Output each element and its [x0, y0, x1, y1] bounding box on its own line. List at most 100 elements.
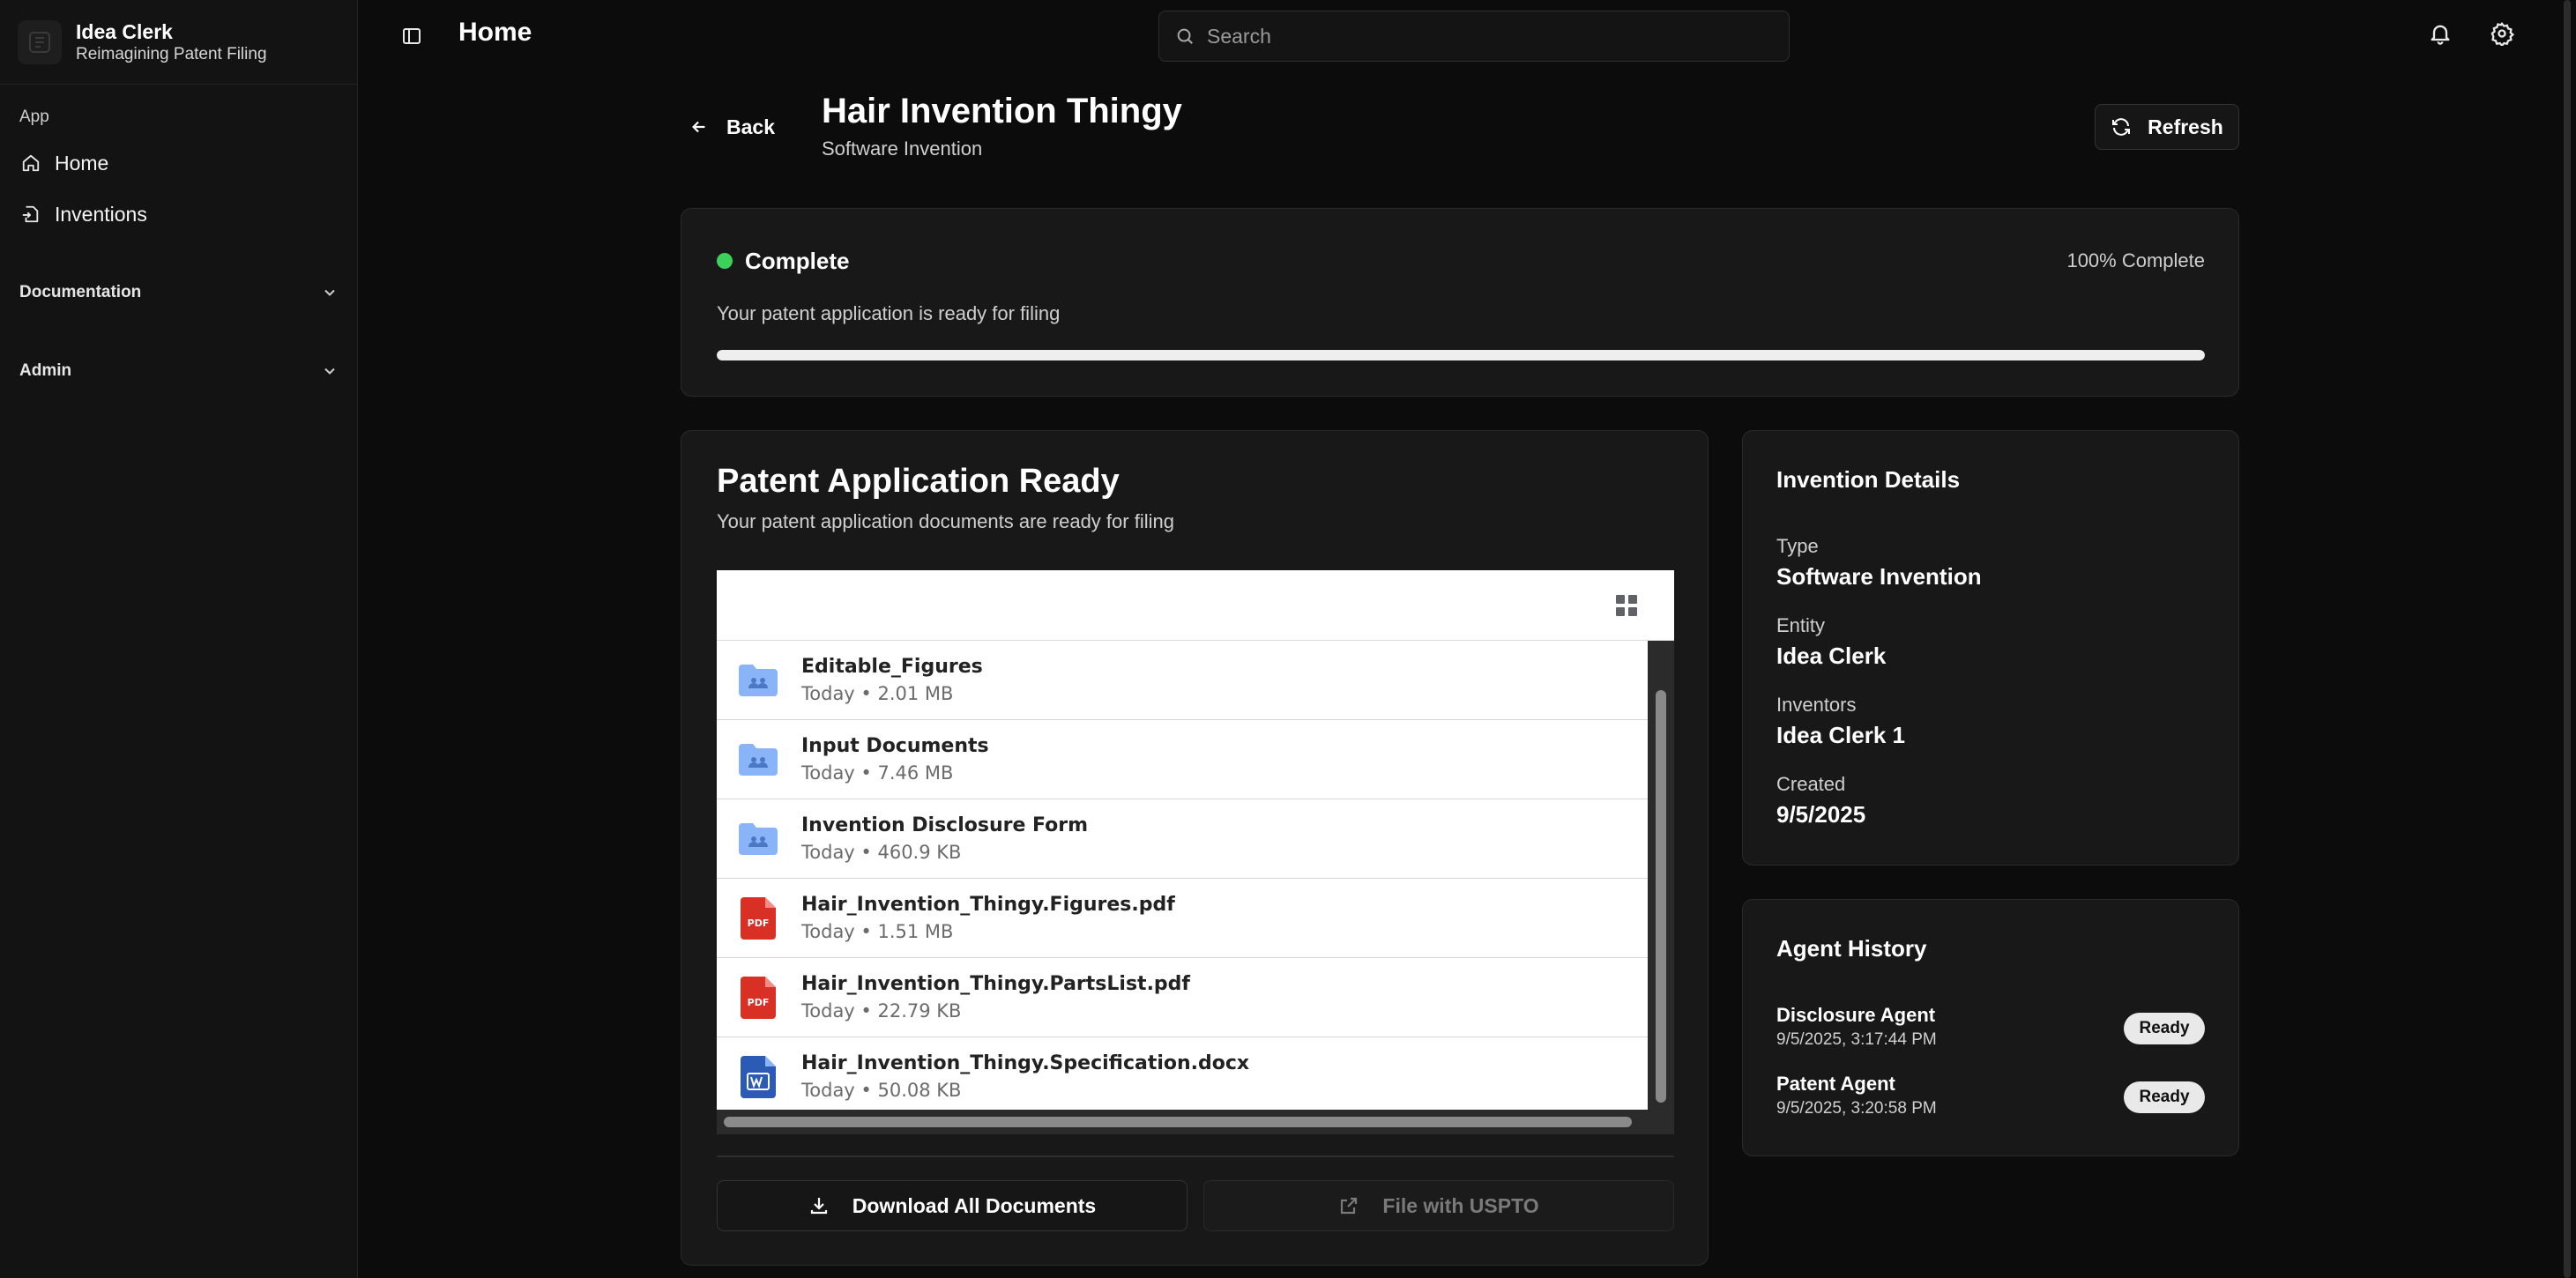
file-info: Today • 2.01 MB [801, 682, 954, 704]
file-browser: Editable_Figures Today • 2.01 MB Input D… [717, 570, 1674, 1134]
file-name: Hair_Invention_Thingy.PartsList.pdf [801, 972, 1190, 995]
status-message: Your patent application is ready for fil… [717, 302, 1061, 324]
horizontal-scroll-thumb[interactable] [724, 1117, 1632, 1127]
search-input[interactable] [1207, 24, 1753, 48]
file-name: Hair_Invention_Thingy.Specification.docx [801, 1051, 1250, 1074]
download-all-label: Download All Documents [852, 1193, 1097, 1217]
home-icon [22, 154, 40, 172]
file-name: Invention Disclosure Form [801, 814, 1089, 836]
sidebar-toggle-button[interactable] [397, 21, 427, 51]
svg-text:PDF: PDF [748, 997, 770, 1008]
file-info: Today • 50.08 KB [801, 1079, 962, 1101]
detail-value-entity: Idea Clerk [1776, 643, 1887, 669]
documents-card: Patent Application Ready Your patent app… [681, 430, 1709, 1266]
agent-timestamp: 9/5/2025, 3:20:58 PM [1776, 1099, 1937, 1118]
sidebar: Idea Clerk Reimagining Patent Filing App… [0, 0, 358, 1278]
chevron-down-icon [324, 289, 335, 296]
sidebar-section-admin[interactable]: Admin [11, 349, 347, 393]
detail-label-type: Type [1776, 535, 1819, 557]
shared-folder-icon [736, 658, 780, 702]
sidebar-item-label: Inventions [55, 202, 147, 226]
file-row[interactable]: PDF Hair_Invention_Thingy.Figures.pdf To… [717, 879, 1648, 958]
grid-view-button[interactable] [1614, 593, 1639, 622]
status-label: Complete [745, 248, 850, 274]
progress-percent: 100% Complete [2066, 249, 2205, 271]
page-title: Hair Invention Thingy [822, 92, 1182, 130]
page-scrollbar[interactable] [2558, 0, 2576, 1278]
detail-value-inventors: Idea Clerk 1 [1776, 722, 1905, 748]
detail-value-type: Software Invention [1776, 563, 1982, 590]
agent-history-title: Agent History [1776, 935, 1927, 962]
sidebar-section-documentation[interactable]: Documentation [11, 271, 347, 315]
vertical-scroll-thumb[interactable] [1656, 690, 1666, 1103]
file-row[interactable]: Editable_Figures Today • 2.01 MB [717, 641, 1648, 720]
refresh-label: Refresh [2148, 115, 2223, 138]
sidebar-item-home[interactable]: Home [11, 141, 347, 185]
status-badge: Ready [2124, 1081, 2205, 1113]
status-badge: Ready [2124, 1013, 2205, 1044]
sidebar-toggle-icon [403, 28, 421, 44]
file-info: Today • 1.51 MB [801, 920, 954, 942]
svg-text:PDF: PDF [748, 918, 770, 929]
pdf-file-icon: PDF [736, 976, 780, 1020]
sidebar-item-inventions[interactable]: Inventions [11, 192, 347, 236]
invention-details-card: Invention Details Type Software Inventio… [1742, 430, 2239, 866]
file-name: Editable_Figures [801, 655, 983, 678]
progress-bar [717, 350, 2205, 360]
logo-icon [18, 19, 62, 64]
horizontal-scrollbar[interactable] [717, 1110, 1674, 1134]
section-label: Admin [19, 361, 72, 380]
file-with-uspto-label: File with USPTO [1382, 1193, 1539, 1217]
file-row[interactable]: PDF Hair_Invention_Thingy.PartsList.pdf … [717, 958, 1648, 1037]
page-breadcrumb-title: Home [458, 18, 532, 47]
page-scroll-thumb[interactable] [2564, 0, 2571, 1278]
download-all-button[interactable]: Download All Documents [717, 1180, 1187, 1231]
detail-label-created: Created [1776, 773, 1846, 795]
pdf-file-icon: PDF [736, 896, 780, 940]
shared-folder-icon [736, 817, 780, 861]
detail-value-created: 9/5/2025 [1776, 801, 1866, 828]
vertical-scrollbar[interactable] [1648, 641, 1674, 1110]
status-indicator-dot [717, 253, 733, 269]
topbar: Home [358, 0, 2576, 72]
file-info: Today • 7.46 MB [801, 762, 954, 784]
settings-button[interactable] [2490, 21, 2515, 50]
refresh-button[interactable]: Refresh [2095, 104, 2239, 150]
file-list: Editable_Figures Today • 2.01 MB Input D… [717, 641, 1648, 1117]
nav-group-label: App [19, 108, 49, 126]
search-box[interactable] [1158, 11, 1790, 62]
chevron-down-icon [324, 368, 335, 375]
back-button[interactable]: Back [689, 108, 775, 146]
bell-icon [2431, 25, 2450, 45]
documents-subtitle: Your patent application documents are re… [717, 510, 1174, 532]
file-row[interactable]: Invention Disclosure Form Today • 460.9 … [717, 799, 1648, 879]
detail-label-entity: Entity [1776, 614, 1826, 636]
gear-icon [2490, 22, 2515, 48]
agent-name: Disclosure Agent [1776, 1004, 1936, 1026]
file-name: Hair_Invention_Thingy.Figures.pdf [801, 893, 1175, 916]
search-icon [1177, 28, 1193, 44]
progress-bar-fill [717, 350, 2205, 360]
arrow-left-icon [692, 121, 705, 133]
shared-folder-icon [736, 738, 780, 782]
external-link-icon [1341, 1197, 1358, 1215]
brand-tagline: Reimagining Patent Filing [76, 44, 267, 63]
file-row[interactable]: Input Documents Today • 7.46 MB [717, 720, 1648, 799]
file-with-uspto-button[interactable]: File with USPTO [1203, 1180, 1674, 1231]
agent-name: Patent Agent [1776, 1073, 1895, 1095]
sidebar-item-label: Home [55, 151, 109, 175]
divider [717, 1155, 1674, 1157]
brand-header[interactable]: Idea Clerk Reimagining Patent Filing [0, 0, 357, 85]
notifications-button[interactable] [2428, 21, 2453, 50]
back-label: Back [726, 115, 775, 138]
file-row[interactable]: Hair_Invention_Thingy.Specification.docx… [717, 1037, 1648, 1117]
section-label: Documentation [19, 283, 142, 301]
grid-view-icon [1616, 595, 1637, 616]
agent-history-card: Agent History Disclosure Agent 9/5/2025,… [1742, 899, 2239, 1156]
file-info: Today • 22.79 KB [801, 999, 962, 1022]
agent-timestamp: 9/5/2025, 3:17:44 PM [1776, 1030, 1937, 1049]
refresh-icon [2112, 118, 2131, 136]
file-info: Today • 460.9 KB [801, 841, 962, 863]
invention-details-title: Invention Details [1776, 466, 1961, 493]
file-browser-toolbar [717, 570, 1674, 641]
